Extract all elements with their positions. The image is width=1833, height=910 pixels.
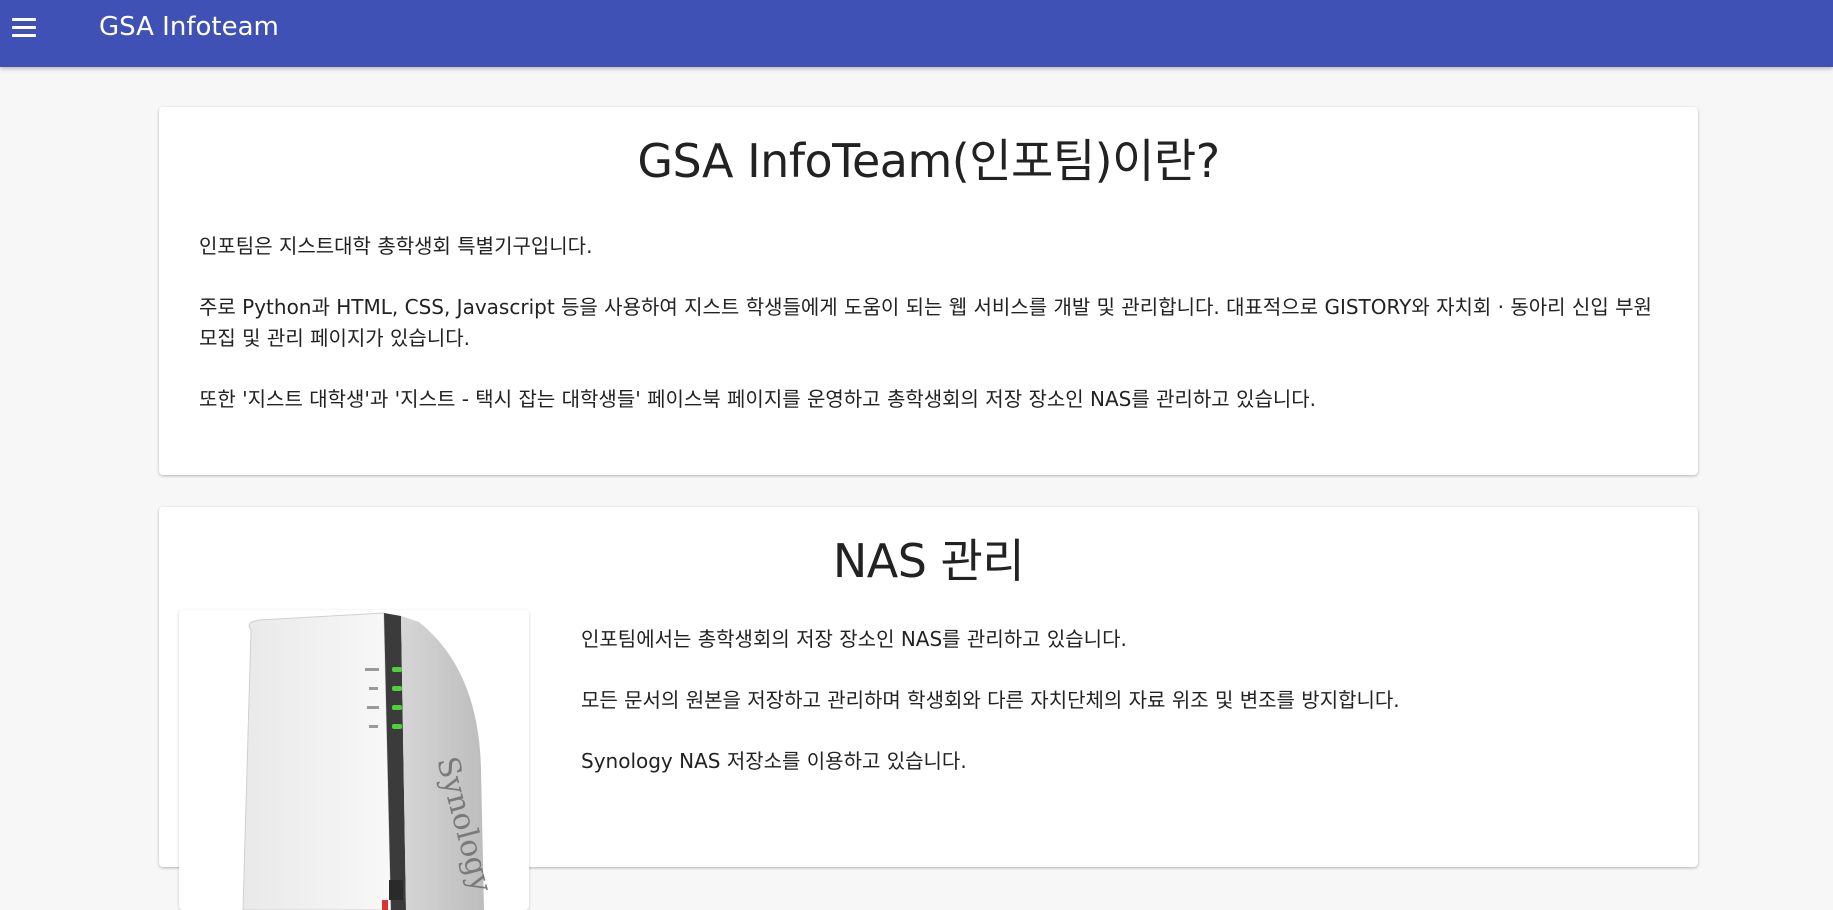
nas-title: NAS 관리 bbox=[832, 534, 1025, 588]
nas-card: NAS 관리 Synology 인포팀에서는 총학생회의 저장 장소인 NAS를… bbox=[159, 507, 1698, 910]
nas-paragraph-2: 모든 문서의 원본을 저장하고 관리하며 학생회와 다른 자치단체의 자료 위조… bbox=[581, 688, 1400, 712]
intro-title: GSA InfoTeam(인포팀)이란? bbox=[637, 134, 1220, 188]
nas-body: 인포팀에서는 총학생회의 저장 장소인 NAS를 관리하고 있습니다. 모든 문… bbox=[581, 624, 1661, 807]
intro-paragraph-2: 주로 Python과 HTML, CSS, Javascript 등을 사용하여… bbox=[199, 295, 1652, 350]
intro-card: GSA InfoTeam(인포팀)이란? 인포팀은 지스트대학 총학생회 특별기… bbox=[159, 107, 1698, 475]
app-bar: GSA Infoteam bbox=[0, 0, 1833, 67]
intro-paragraph-1: 인포팀은 지스트대학 총학생회 특별기구입니다. bbox=[199, 234, 593, 258]
app-title[interactable]: GSA Infoteam bbox=[99, 10, 279, 44]
intro-body: 인포팀은 지스트대학 총학생회 특별기구입니다. 주로 Python과 HTML… bbox=[199, 231, 1655, 445]
nas-paragraph-1: 인포팀에서는 총학생회의 저장 장소인 NAS를 관리하고 있습니다. bbox=[581, 627, 1127, 651]
nas-device-illustration: Synology bbox=[242, 612, 499, 910]
nas-device-image: Synology bbox=[179, 610, 529, 910]
nas-paragraph-3: Synology NAS 저장소를 이용하고 있습니다. bbox=[581, 749, 967, 773]
intro-paragraph-3: 또한 '지스트 대학생'과 '지스트 - 택시 잡는 대학생들' 페이스북 페이… bbox=[199, 387, 1317, 411]
menu-icon[interactable] bbox=[8, 7, 40, 47]
